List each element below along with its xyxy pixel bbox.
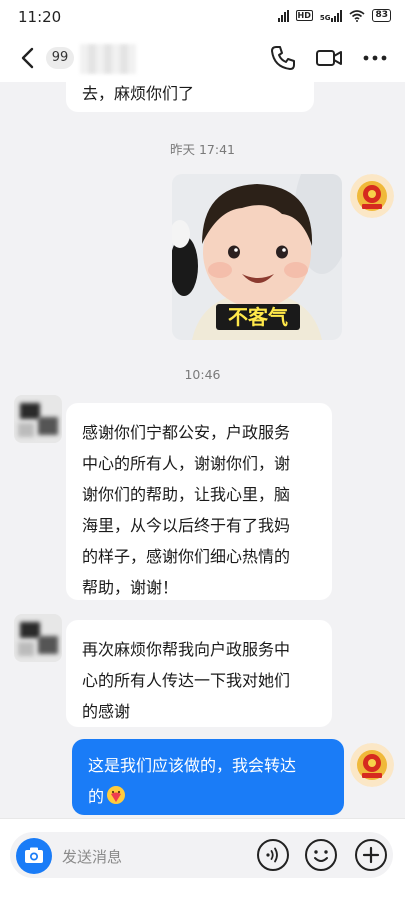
timestamp: 10:46 <box>184 367 221 382</box>
timestamp: 昨天 17:41 <box>170 142 235 157</box>
message-line: 感谢你们宁都公安，户政服务 <box>82 423 291 442</box>
police-emblem-icon <box>350 743 394 787</box>
contact-name-redacted <box>80 44 136 74</box>
message-line: 帮助，谢谢！ <box>82 578 179 597</box>
chat-header: 99 <box>0 34 405 82</box>
message-line: 的感谢 <box>82 702 131 721</box>
message-line: 中心的所有人，谢谢你们，谢 <box>82 454 291 473</box>
status-bar: 11:20 HD 5G 83 <box>0 0 405 34</box>
incoming-message[interactable]: 再次麻烦你帮我向户政服务中 心的所有人传达一下我对她们 的感谢 <box>66 620 332 727</box>
contact-avatar-redacted[interactable] <box>14 614 62 662</box>
camera-button[interactable] <box>16 838 52 874</box>
message-text: 去，麻烦你们了 <box>82 84 195 103</box>
status-icons: HD 5G 83 <box>277 9 391 22</box>
video-call-icon[interactable] <box>314 43 344 73</box>
more-options-icon[interactable] <box>360 43 390 73</box>
message-line: 再次麻烦你帮我向户政服务中 <box>82 640 291 659</box>
unread-count-badge[interactable]: 99 <box>46 47 74 69</box>
signal-icon <box>277 9 289 22</box>
incoming-message[interactable]: 感谢你们宁都公安，户政服务 中心的所有人，谢谢你们，谢 谢你们的帮助，让我心里，… <box>66 403 332 600</box>
phone-icon[interactable] <box>268 43 298 73</box>
input-bar: 发送消息 <box>0 818 405 901</box>
message-line: 的 <box>88 781 344 812</box>
hd-badge: HD <box>295 10 313 21</box>
status-time: 11:20 <box>18 8 62 26</box>
cellular-signal-icon <box>331 9 343 22</box>
police-avatar[interactable] <box>350 174 394 218</box>
message-line: 的样子，感谢你们细心热情的 <box>82 547 291 566</box>
add-plus-icon[interactable] <box>354 838 388 872</box>
network-type: 5G <box>319 13 331 22</box>
incoming-message-partial[interactable]: 去，麻烦你们了 <box>66 82 314 112</box>
message-line: 心的所有人传达一下我对她们 <box>82 671 291 690</box>
message-line: 谢你们的帮助，让我心里，脑 <box>82 485 291 504</box>
voice-input-icon[interactable] <box>256 838 290 872</box>
input-placeholder: 发送消息 <box>62 848 123 866</box>
back-arrow-icon[interactable] <box>14 44 42 72</box>
heart-hug-emoji-icon <box>107 786 126 804</box>
contact-avatar-redacted[interactable] <box>14 395 62 443</box>
message-line: 这是我们应该做的，我会转达 <box>88 756 297 775</box>
wifi-icon <box>349 9 365 22</box>
sticker-caption: 不客气 <box>216 304 300 330</box>
camera-icon <box>25 847 43 863</box>
police-avatar[interactable] <box>350 743 394 787</box>
sticker-message[interactable]: 不客气 <box>172 174 342 340</box>
police-emblem-icon <box>350 174 394 218</box>
outgoing-message[interactable]: 这是我们应该做的，我会转达 的 <box>72 739 344 815</box>
message-list[interactable]: 去，麻烦你们了 昨天 17:41 不客气 10:46 感谢你们宁都公安，户政服务… <box>0 82 405 818</box>
message-line: 海里，从今以后终于有了我妈 <box>82 516 291 535</box>
battery-icon: 83 <box>372 9 391 22</box>
emoji-icon[interactable] <box>304 838 338 872</box>
